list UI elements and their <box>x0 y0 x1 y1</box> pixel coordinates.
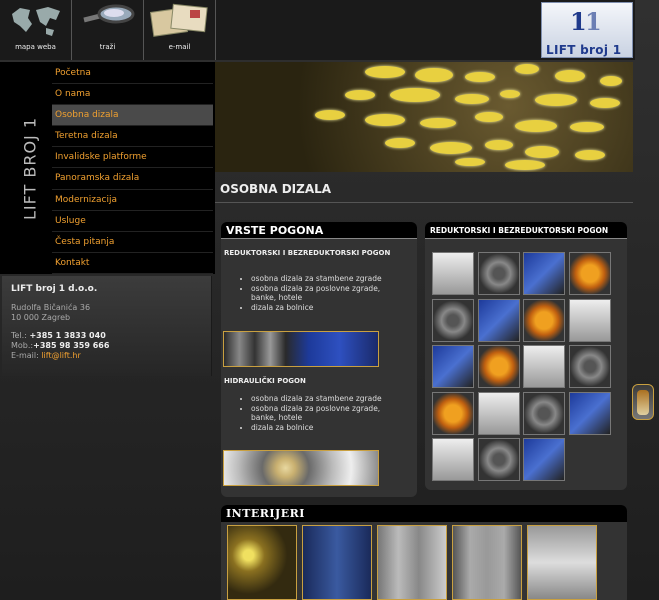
logo-mark-shadow: 1 <box>585 7 602 36</box>
interior-thumbnail[interactable] <box>527 525 597 600</box>
envelope-icon <box>150 3 208 37</box>
gallery-thumbnail[interactable] <box>477 345 520 388</box>
mob-label: Mob.: <box>11 341 34 350</box>
gallery-thumbnail[interactable] <box>477 252 520 295</box>
page-title: OSOBNA DIZALA <box>220 182 332 196</box>
interijeri-title: INTERIJERI <box>221 505 627 522</box>
company-name: LIFT broj 1 d.o.o. <box>11 284 98 294</box>
gallery-thumbnail[interactable] <box>523 391 565 435</box>
list-item: dizala za bolnice <box>251 303 401 313</box>
list-item: dizala za bolnice <box>251 423 401 433</box>
page: mapa weba traži e-mail 1 1 LIFT broj 1 L… <box>0 0 659 600</box>
mob-value[interactable]: +385 98 359 666 <box>33 341 109 350</box>
vertical-logo-text: LIFT BROJ 1 <box>20 116 40 221</box>
reduktorski-list: osobna dizala za stambene zgrade osobna … <box>251 274 401 312</box>
topnav-search-label: traži <box>99 43 116 51</box>
menu-item-o-nama[interactable]: O nama <box>52 84 213 106</box>
magnifier-icon <box>83 4 135 24</box>
gallery-thumbnail[interactable] <box>568 345 611 388</box>
topnav-search[interactable]: traži <box>72 0 144 60</box>
company-info: LIFT broj 1 d.o.o. Rudolfa Bičanića 36 1… <box>2 276 212 376</box>
gallery-thumbnail[interactable] <box>432 298 474 342</box>
gallery-thumbnail[interactable] <box>432 345 474 388</box>
menu-item-pocetna[interactable]: Početna <box>52 63 213 85</box>
reduktorski-gallery-panel: REDUKTORSKI I BEZREDUKTORSKI POGON <box>425 222 627 490</box>
topnav-sitemap-label: mapa weba <box>15 43 56 51</box>
interior-thumbnail[interactable] <box>377 525 447 600</box>
gallery-thumbnail[interactable] <box>432 252 474 295</box>
top-bar: mapa weba traži e-mail 1 1 LIFT broj 1 <box>0 0 635 60</box>
gallery-thumbnail[interactable] <box>432 438 474 481</box>
gallery-thumbnail[interactable] <box>432 391 474 435</box>
company-contacts: Tel.: +385 1 3833 040 Mob.:+385 98 359 6… <box>11 331 109 361</box>
title-divider <box>215 202 633 203</box>
logo-text: LIFT broj 1 <box>546 43 622 57</box>
menu-item-osobna-dizala[interactable]: Osobna dizala <box>52 105 213 127</box>
tel-label: Tel.: <box>11 331 27 340</box>
world-map-icon <box>12 7 60 36</box>
gallery-thumbnail[interactable] <box>477 391 520 435</box>
vertical-logo: LIFT BROJ 1 <box>10 64 50 270</box>
topnav-email-label: e-mail <box>168 43 191 51</box>
gallery-thumbnail[interactable] <box>523 298 565 342</box>
menu-item-modernizacija[interactable]: Modernizacija <box>52 190 213 211</box>
main-menu: Početna O nama Osobna dizala Teretna diz… <box>52 63 213 274</box>
menu-item-usluge[interactable]: Usluge <box>52 211 213 232</box>
gallery-thumbnail[interactable] <box>523 252 565 295</box>
site-logo[interactable]: 1 1 LIFT broj 1 <box>541 2 633 58</box>
company-city: 10 000 Zagreb <box>11 313 71 322</box>
tel-value[interactable]: +385 1 3833 040 <box>29 331 105 340</box>
interijeri-panel: INTERIJERI <box>221 505 627 600</box>
gallery-thumbnail[interactable] <box>477 298 520 342</box>
hidraulicki-list: osobna dizala za stambene zgrade osobna … <box>251 394 401 432</box>
vrste-pogona-title: VRSTE POGONA <box>221 222 417 239</box>
interior-thumbnail[interactable] <box>227 525 297 600</box>
topnav-sitemap[interactable]: mapa weba <box>0 0 72 60</box>
list-item: osobna dizala za stambene zgrade <box>251 274 401 284</box>
company-address: Rudolfa Bičanića 36 10 000 Zagreb <box>11 303 90 323</box>
company-street: Rudolfa Bičanića 36 <box>11 303 91 312</box>
vrste-pogona-panel: VRSTE POGONA REDUKTORSKI I BEZREDUKTORSK… <box>221 222 417 497</box>
email-label: E-mail: <box>11 351 39 360</box>
gallery-thumbnail[interactable] <box>568 391 611 435</box>
list-item: osobna dizala za poslovne zgrade, banke,… <box>251 284 401 303</box>
gallery-thumbnail[interactable] <box>568 298 611 342</box>
gallery-thumbnail[interactable] <box>477 438 520 481</box>
email-link[interactable]: lift@lift.hr <box>41 351 80 360</box>
menu-item-panoramska-dizala[interactable]: Panoramska dizala <box>52 168 213 190</box>
interior-thumbnail[interactable] <box>452 525 522 600</box>
scroll-widget[interactable] <box>632 384 654 420</box>
hero-image <box>215 62 633 172</box>
reduktorski-gallery-title: REDUKTORSKI I BEZREDUKTORSKI POGON <box>425 222 627 239</box>
gallery-thumbnail[interactable] <box>523 345 565 388</box>
menu-item-invalidske-platforme[interactable]: Invalidske platforme <box>52 147 213 169</box>
menu-item-cesta-pitanja[interactable]: Česta pitanja <box>52 232 213 253</box>
reduktorski-photo[interactable] <box>223 331 379 367</box>
menu-item-kontakt[interactable]: Kontakt <box>52 253 213 274</box>
list-item: osobna dizala za poslovne zgrade, banke,… <box>251 404 401 423</box>
hidraulicki-photo[interactable] <box>223 450 379 486</box>
gallery-thumbnail[interactable] <box>523 438 565 481</box>
interior-thumbnail[interactable] <box>302 525 372 600</box>
topnav-email[interactable]: e-mail <box>144 0 216 60</box>
section-heading-hidraulicki: HIDRAULIČKI POGON <box>224 377 306 385</box>
menu-item-teretna-dizala[interactable]: Teretna dizala <box>52 126 213 148</box>
section-heading-reduktorski: REDUKTORSKI I BEZREDUKTORSKI POGON <box>224 249 391 257</box>
list-item: osobna dizala za stambene zgrade <box>251 394 401 404</box>
gallery-thumbnail[interactable] <box>568 252 611 295</box>
